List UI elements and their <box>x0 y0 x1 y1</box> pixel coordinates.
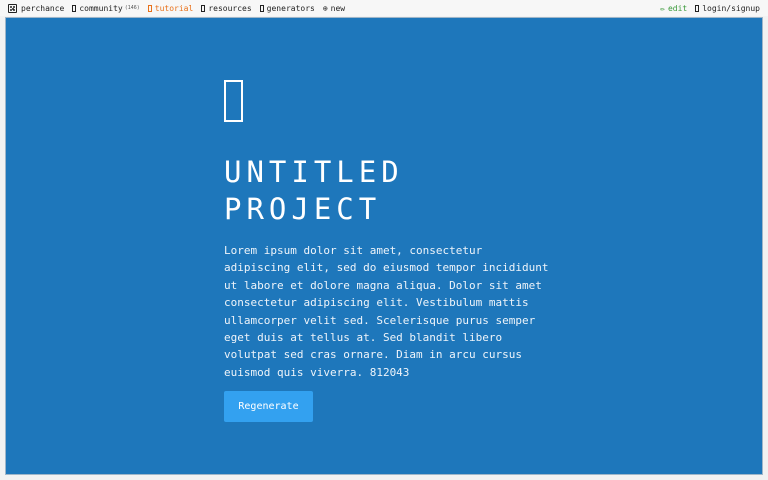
folder-icon <box>201 4 206 12</box>
nav-community-link[interactable]: community (146) <box>72 3 140 13</box>
missing-glyph-icon <box>224 80 243 122</box>
nav-edit-label: edit <box>667 3 688 13</box>
user-icon <box>695 4 700 12</box>
community-count-badge: (146) <box>124 5 140 11</box>
nav-resources-label: resources <box>208 3 252 13</box>
nav-tutorial-label: tutorial <box>154 3 194 13</box>
regenerate-button[interactable]: Regenerate <box>224 391 313 423</box>
nav-tutorial-link[interactable]: tutorial <box>147 3 194 13</box>
nav-community-label: community <box>79 3 123 13</box>
nav-right-group: ✏ edit login/signup <box>652 4 760 13</box>
nav-login-link[interactable]: login/signup <box>695 4 760 13</box>
page-title: UNTITLED PROJECT <box>224 155 404 226</box>
generator-output-frame: UNTITLED PROJECT Lorem ipsum dolor sit a… <box>5 17 763 475</box>
nav-perchance-link[interactable]: perchance <box>8 3 65 13</box>
generator-content: UNTITLED PROJECT Lorem ipsum dolor sit a… <box>224 80 554 423</box>
plus-circle-icon: ⊕ <box>322 3 328 13</box>
nav-login-label: login/signup <box>702 3 760 13</box>
nav-resources-link[interactable]: resources <box>201 3 252 13</box>
nav-generators-link[interactable]: generators <box>259 3 315 13</box>
nav-edit-link[interactable]: ✏ edit <box>660 4 687 13</box>
dice-icon <box>8 3 17 13</box>
nav-new-link[interactable]: ⊕ new <box>323 4 345 13</box>
chat-icon <box>72 4 77 12</box>
nav-new-label: new <box>330 3 346 13</box>
nav-left-group: perchance community (146) tutorial resou… <box>8 3 353 13</box>
pencil-icon: ✏ <box>660 3 665 13</box>
grid-icon <box>259 4 264 12</box>
description-text: Lorem ipsum dolor sit amet, consectetur … <box>224 244 549 379</box>
book-icon <box>147 4 152 12</box>
nav-perchance-label: perchance <box>21 3 65 13</box>
top-nav-bar: perchance community (146) tutorial resou… <box>0 0 768 16</box>
nav-generators-label: generators <box>266 3 315 13</box>
